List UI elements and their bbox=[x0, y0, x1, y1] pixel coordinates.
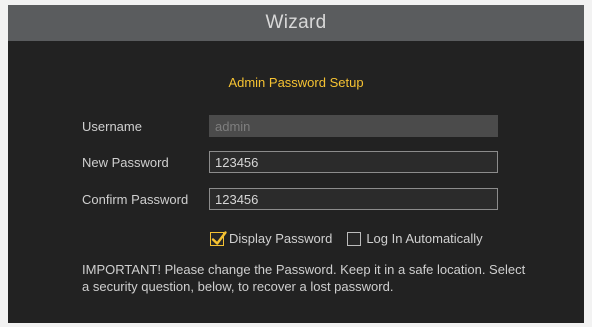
auto-login-checkbox[interactable]: Log In Automatically bbox=[347, 231, 483, 246]
username-row: Username bbox=[8, 115, 584, 139]
new-password-label: New Password bbox=[82, 155, 169, 170]
new-password-row: New Password bbox=[8, 151, 584, 175]
options-row: Display Password Log In Automatically bbox=[210, 230, 483, 246]
checkmark-icon bbox=[211, 230, 227, 245]
new-password-field[interactable] bbox=[209, 151, 498, 173]
checkbox-box[interactable] bbox=[347, 231, 362, 246]
confirm-password-label: Confirm Password bbox=[82, 192, 189, 207]
display-password-label: Display Password bbox=[229, 231, 333, 246]
auto-login-label: Log In Automatically bbox=[366, 231, 483, 246]
display-password-checkbox[interactable]: Display Password bbox=[210, 230, 333, 246]
confirm-password-row: Confirm Password bbox=[8, 188, 584, 212]
username-label: Username bbox=[82, 119, 142, 134]
confirm-password-field[interactable] bbox=[209, 188, 498, 210]
window-title: Wizard bbox=[265, 12, 327, 33]
checkbox-box[interactable] bbox=[210, 230, 227, 246]
title-bar: Wizard bbox=[8, 5, 584, 41]
important-notice: IMPORTANT! Please change the Password. K… bbox=[82, 262, 526, 294]
username-field bbox=[209, 115, 498, 137]
section-title: Admin Password Setup bbox=[228, 75, 364, 90]
wizard-window: Wizard Admin Password Setup Username New… bbox=[8, 5, 584, 323]
